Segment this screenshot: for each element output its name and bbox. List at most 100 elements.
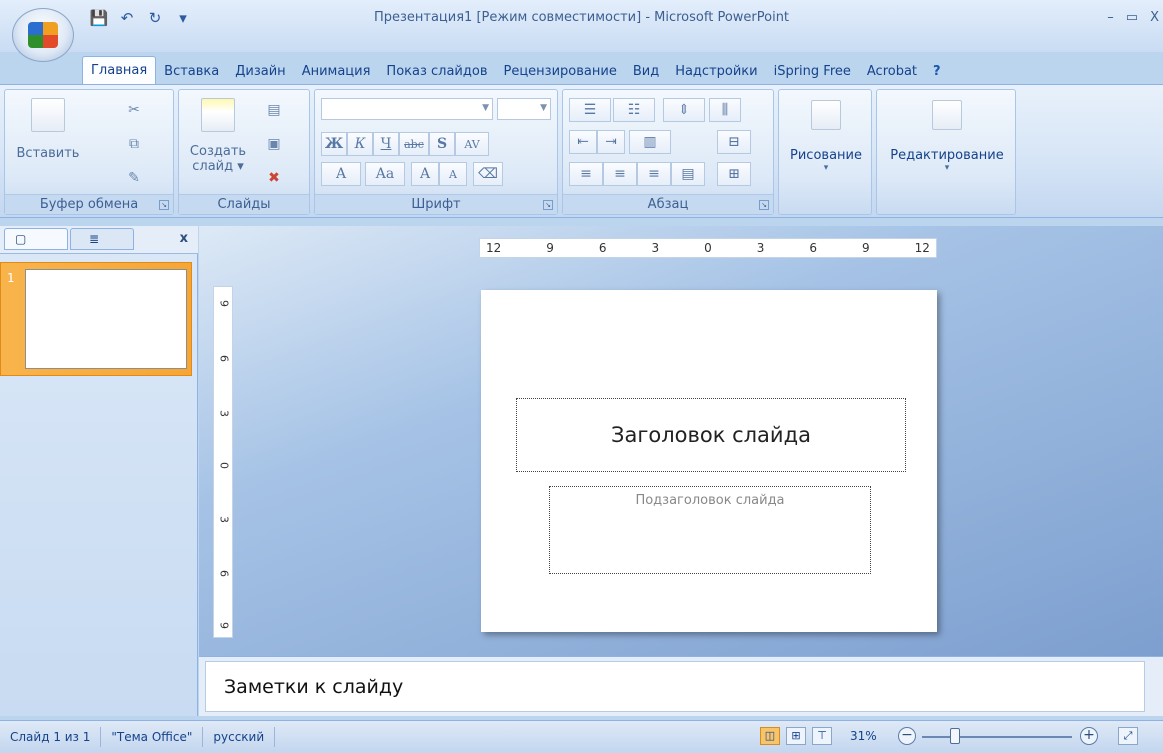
tab-view[interactable]: Вид	[625, 60, 667, 84]
char-spacing-button[interactable]: AV	[455, 132, 489, 156]
ruler-tick: 0	[217, 462, 231, 469]
bold-button[interactable]: Ж	[321, 132, 347, 156]
group-clipboard: Вставить ✂ ⧉ ✎ Буфер обмена ↘	[4, 89, 174, 215]
tab-slides-view[interactable]: ▢	[4, 228, 68, 250]
group-drawing: Рисование ▾	[778, 89, 872, 215]
subtitle-placeholder[interactable]: Подзаголовок слайда	[549, 486, 871, 574]
slide-canvas[interactable]: Заголовок слайда Подзаголовок слайда	[481, 290, 937, 632]
paragraph-launcher-icon[interactable]: ↘	[759, 200, 769, 210]
shadow-button[interactable]: S	[429, 132, 455, 156]
horizontal-ruler[interactable]: 12 9 6 3 0 3 6 9 12	[479, 238, 937, 258]
cut-icon[interactable]: ✂	[123, 100, 145, 120]
columns-icon[interactable]: ▥	[629, 130, 671, 154]
clipboard-launcher-icon[interactable]: ↘	[159, 200, 169, 210]
grow-font-button[interactable]: A	[411, 162, 439, 186]
decrease-indent-icon[interactable]: ⇤	[569, 130, 597, 154]
layout-icon[interactable]: ▤	[263, 100, 285, 120]
window-title: Презентация1 [Режим совместимости] - Mic…	[373, 10, 790, 25]
italic-button[interactable]: К	[347, 132, 373, 156]
panel-tabs: ▢ ≣ x	[0, 226, 198, 254]
ruler-tick: 6	[217, 355, 231, 362]
align-left-icon[interactable]: ≡	[569, 162, 603, 186]
paste-label: Вставить	[16, 146, 80, 161]
zoom-out-icon[interactable]: −	[898, 727, 916, 745]
tab-ispring[interactable]: iSpring Free	[766, 60, 859, 84]
new-slide-label-2: слайд ▾	[192, 159, 244, 174]
ribbon-tabs: Главная Вставка Дизайн Анимация Показ сл…	[82, 54, 949, 84]
title-placeholder[interactable]: Заголовок слайда	[516, 398, 906, 472]
tab-slideshow[interactable]: Показ слайдов	[378, 60, 495, 84]
notes-input[interactable]: Заметки к слайду	[205, 661, 1145, 712]
underline-button[interactable]: Ч	[373, 132, 399, 156]
font-launcher-icon[interactable]: ↘	[543, 200, 553, 210]
justify-icon[interactable]: ▤	[671, 162, 705, 186]
align-right-icon[interactable]: ≡	[637, 162, 671, 186]
tab-acrobat[interactable]: Acrobat	[859, 60, 925, 84]
vertical-ruler[interactable]: 9 6 3 0 3 6 9	[213, 286, 233, 638]
tab-insert[interactable]: Вставка	[156, 60, 227, 84]
paste-button[interactable]: Вставить	[13, 98, 83, 161]
group-slides: Создать слайд ▾ ▤ ▣ ✖ Слайды	[178, 89, 310, 215]
delete-slide-icon[interactable]: ✖	[263, 168, 285, 188]
clear-format-icon[interactable]: ⌫	[473, 162, 503, 186]
zoom-slider-track[interactable]	[922, 736, 1072, 738]
new-slide-button[interactable]: Создать слайд ▾	[187, 98, 249, 174]
ruler-tick: 6	[809, 241, 818, 255]
tab-animation[interactable]: Анимация	[294, 60, 379, 84]
fit-to-window-icon[interactable]: ⤢	[1118, 727, 1138, 745]
text-direction-icon[interactable]: ⫼	[709, 98, 741, 122]
drawing-label: Рисование	[790, 148, 862, 163]
slideshow-icon[interactable]: ⊤	[812, 727, 832, 745]
zoom-level[interactable]: 31%	[850, 729, 877, 743]
editing-button[interactable]: Редактирование ▾	[877, 100, 1017, 173]
slide-thumbnail-selected[interactable]: 1	[0, 262, 192, 376]
close-window-button[interactable]: X	[1150, 10, 1159, 25]
shrink-font-button[interactable]: A	[439, 162, 467, 186]
align-center-icon[interactable]: ≡	[603, 162, 637, 186]
group-label-paragraph: Абзац	[563, 194, 773, 214]
zoom-in-icon[interactable]: +	[1080, 727, 1098, 745]
smartart-icon[interactable]: ⊞	[717, 162, 751, 186]
language[interactable]: русский	[203, 727, 276, 747]
tab-outline-view[interactable]: ≣	[70, 228, 134, 250]
theme-name[interactable]: "Тема Office"	[101, 727, 204, 747]
font-size-combo[interactable]: ▼	[497, 98, 551, 120]
font-color-button[interactable]: A	[321, 162, 361, 186]
tab-design[interactable]: Дизайн	[227, 60, 293, 84]
bullets-icon[interactable]: ☰	[569, 98, 611, 122]
slides-view-icon: ▢	[15, 232, 27, 246]
reset-slide-icon[interactable]: ▣	[263, 134, 285, 154]
zoom-slider-thumb[interactable]	[950, 728, 960, 744]
ruler-tick: 6	[217, 570, 231, 577]
slide-editing-area: 12 9 6 3 0 3 6 9 12 9 6 3 0 3 6 9 Заголо…	[199, 226, 1163, 656]
minimize-button[interactable]: –	[1107, 10, 1114, 25]
office-button[interactable]	[12, 8, 74, 62]
help-icon[interactable]: ?	[925, 60, 949, 84]
new-slide-icon	[201, 98, 235, 132]
close-panel-icon[interactable]: x	[180, 231, 188, 246]
tab-addins[interactable]: Надстройки	[667, 60, 765, 84]
change-case-button[interactable]: Aa	[365, 162, 405, 186]
drawing-button[interactable]: Рисование ▾	[779, 100, 873, 173]
group-editing: Редактирование ▾	[876, 89, 1016, 215]
find-binoculars-icon	[932, 100, 962, 130]
line-spacing-icon[interactable]: ⇕	[663, 98, 705, 122]
maximize-button[interactable]: ▭	[1126, 10, 1138, 25]
strikethrough-button[interactable]: abc	[399, 132, 429, 156]
normal-view-icon[interactable]: ◫	[760, 727, 780, 745]
ruler-tick: 12	[486, 241, 502, 255]
view-buttons: ◫ ⊞ ⊤	[760, 727, 832, 745]
tab-review[interactable]: Рецензирование	[496, 60, 625, 84]
tab-home[interactable]: Главная	[82, 56, 157, 84]
copy-icon[interactable]: ⧉	[123, 134, 145, 154]
numbering-icon[interactable]: ☷	[613, 98, 655, 122]
format-painter-icon[interactable]: ✎	[123, 168, 145, 188]
align-text-icon[interactable]: ⊟	[717, 130, 751, 154]
font-name-combo[interactable]: ▼	[321, 98, 493, 120]
ruler-tick: 9	[546, 241, 554, 255]
increase-indent-icon[interactable]: ⇥	[597, 130, 625, 154]
ruler-tick: 9	[217, 300, 231, 307]
group-font: ▼ ▼ Ж К Ч abc S AV A Aa A A ⌫ Шрифт ↘	[314, 89, 558, 215]
slide-thumbnail[interactable]	[25, 269, 187, 369]
slide-sorter-icon[interactable]: ⊞	[786, 727, 806, 745]
